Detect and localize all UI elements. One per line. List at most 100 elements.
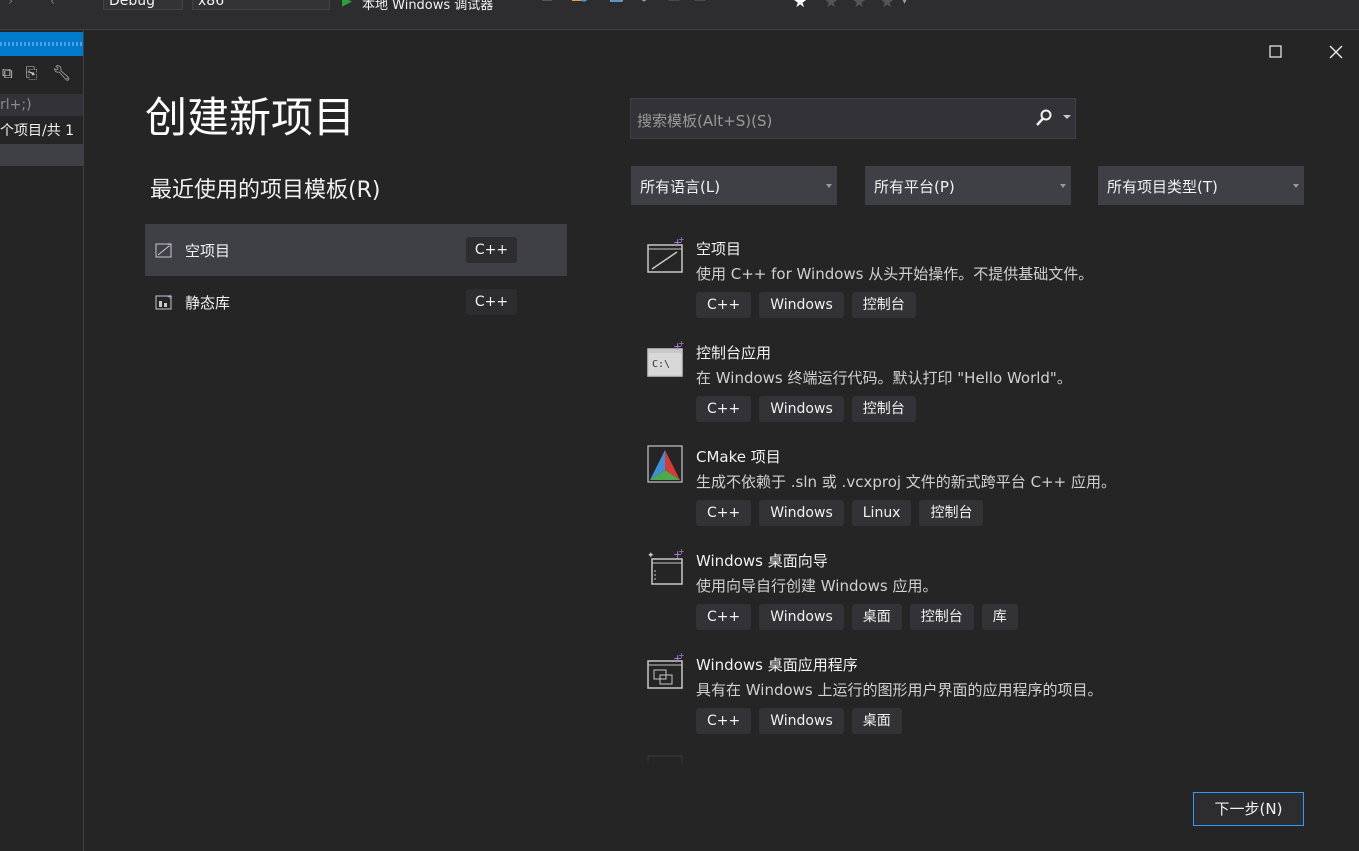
recent-item-static-library[interactable]: + 静态库 C++	[145, 276, 567, 328]
template-tags: C++ Windows 控制台	[696, 292, 916, 318]
template-name: CMake 项目	[696, 448, 781, 466]
tag: 控制台	[851, 396, 916, 422]
template-item-desktop-app[interactable]: + + Windows 桌面应用程序 具有在 Windows 上运行的图形用户界面…	[630, 642, 1330, 746]
template-description: 在 Windows 终端运行代码。默认打印 "Hello World"。	[696, 369, 1072, 387]
desktop-wizard-icon: ✦ + +	[646, 547, 686, 588]
template-tags: C++ Windows 桌面	[696, 708, 902, 734]
console-app-icon: C:\ + +	[646, 339, 686, 380]
template-name: 控制台应用	[696, 344, 772, 362]
panel-toolbar: ⧉ ⎘ 🔧︎	[2, 64, 71, 82]
template-item-empty-project[interactable]: + + 空项目 使用 C++ for Windows 从头开始操作。不提供基础文件…	[630, 226, 1330, 330]
template-tags: C++ Windows 控制台	[696, 396, 916, 422]
nav-forward-icon[interactable]: ›	[8, 0, 13, 9]
language-tag: C++	[466, 289, 517, 315]
bookmark-clear-icon[interactable]: ★	[880, 0, 894, 11]
template-description: 使用 C++ for Windows 从头开始操作。不提供基础文件。	[696, 265, 1094, 283]
tag: Linux	[851, 500, 912, 526]
panel-search-input[interactable]: rl+;)	[0, 94, 83, 116]
bookmark-next-icon[interactable]: ★	[852, 0, 866, 11]
run-debugger-button[interactable]: 本地 Windows 调试器	[362, 0, 493, 13]
static-library-icon: +	[155, 293, 173, 311]
recent-item-label: 空项目	[185, 242, 231, 260]
desktop-app-icon: + +	[646, 651, 686, 692]
panel-title-bar	[0, 32, 83, 56]
tag: Windows	[759, 500, 844, 526]
svg-text:C:\: C:\	[652, 359, 670, 370]
step-icon[interactable]	[636, 0, 650, 8]
outdent-icon[interactable]	[758, 0, 772, 8]
solution-node[interactable]: 个项目/共 1	[0, 120, 83, 142]
layout-icon[interactable]	[609, 0, 624, 8]
cmake-icon	[646, 444, 686, 484]
tag: C++	[696, 604, 752, 630]
collapse-all-icon[interactable]: ⧉	[2, 64, 13, 82]
template-item-desktop-wizard[interactable]: ✦ + + Windows 桌面向导 使用向导自行创建 Windows 应用。 C+…	[630, 538, 1330, 642]
platform-combo[interactable]: x86	[192, 0, 330, 10]
language-tag: C++	[466, 237, 517, 263]
page-title: 创建新项目	[145, 93, 356, 142]
template-list[interactable]: + + 空项目 使用 C++ for Windows 从头开始操作。不提供基础文件…	[630, 226, 1330, 766]
recent-templates-heading: 最近使用的项目模板(R)	[150, 178, 381, 203]
tag: 控制台	[919, 500, 984, 526]
svg-text:✦: ✦	[647, 551, 655, 561]
search-options-dropdown-icon[interactable]	[1063, 115, 1071, 119]
tag: 库	[981, 604, 1018, 630]
project-type-filter-dropdown[interactable]: 所有项目类型(T)	[1098, 166, 1304, 205]
search-placeholder: 搜索模板(Alt+S)(S)	[637, 112, 773, 130]
chevron-down-icon	[1293, 184, 1299, 188]
toolbar-overflow-icon[interactable]: ▾	[902, 0, 907, 7]
svg-text:+: +	[678, 548, 685, 556]
template-item-cmake[interactable]: CMake 项目 生成不依赖于 .sln 或 .vcxproj 文件的新式跨平台…	[630, 434, 1330, 538]
filter-label: 所有项目类型(T)	[1107, 178, 1218, 196]
template-item-console-app[interactable]: C:\ + + 控制台应用 在 Windows 终端运行代码。默认打印 "Hello…	[630, 330, 1330, 434]
sync-icon[interactable]: ⎘	[26, 64, 38, 82]
language-filter-dropdown[interactable]: 所有语言(L)	[631, 166, 837, 205]
close-button[interactable]	[1326, 42, 1346, 62]
template-name: Windows 桌面向导	[696, 552, 828, 570]
search-icon[interactable]	[1035, 109, 1053, 127]
platform-filter-dropdown[interactable]: 所有平台(P)	[865, 166, 1071, 205]
uncomment-icon[interactable]	[694, 0, 708, 8]
comment-icon[interactable]	[668, 0, 682, 8]
template-search-input[interactable]: 搜索模板(Alt+S)(S)	[630, 98, 1076, 139]
bookmark-icon[interactable]: ★	[793, 0, 807, 11]
indent-icon[interactable]	[732, 0, 746, 8]
create-project-dialog: 创建新项目 最近使用的项目模板(R) + 空项目 C++ + 静态库 C++ 搜…	[85, 30, 1359, 851]
tag: C++	[696, 396, 752, 422]
template-tags: C++ Windows Linux 控制台	[696, 500, 984, 526]
empty-project-icon: + +	[646, 235, 686, 276]
find-icon[interactable]	[572, 0, 588, 8]
tag: Windows	[759, 396, 844, 422]
properties-wrench-icon[interactable]: 🔧︎	[52, 64, 71, 82]
template-description: 使用向导自行创建 Windows 应用。	[696, 577, 938, 595]
bookmark-prev-icon[interactable]: ★	[824, 0, 838, 11]
svg-text:+: +	[678, 652, 685, 660]
top-toolbar: › ‹ Debug x86 ▶ 本地 Windows 调试器 ★ ★ ★ ★ ▾	[0, 0, 1359, 30]
run-icon[interactable]: ▶	[342, 0, 352, 9]
tag: 桌面	[851, 708, 902, 734]
svg-text:+: +	[678, 236, 685, 244]
hot-reload-icon[interactable]	[540, 0, 554, 8]
chevron-down-icon	[1060, 184, 1066, 188]
config-combo[interactable]: Debug	[103, 0, 183, 10]
empty-project-icon: +	[155, 241, 173, 259]
recent-item-label: 静态库	[185, 294, 231, 312]
template-name: 空项目	[696, 240, 742, 258]
tag: C++	[696, 500, 752, 526]
tag: C++	[696, 292, 752, 318]
solution-explorer-panel: ⧉ ⎘ 🔧︎ rl+;) 个项目/共 1	[0, 30, 84, 851]
maximize-button[interactable]	[1266, 42, 1286, 62]
template-tags: C++ Windows 桌面 控制台 库	[696, 604, 1018, 630]
recent-item-empty-project[interactable]: + 空项目 C++	[145, 224, 567, 276]
nav-back-icon[interactable]: ‹	[50, 0, 55, 9]
selected-node[interactable]	[0, 144, 83, 166]
tag: 控制台	[851, 292, 916, 318]
filter-label: 所有语言(L)	[640, 178, 721, 196]
next-button[interactable]: 下一步(N)	[1193, 792, 1304, 826]
svg-text:+: +	[678, 340, 685, 348]
list-fade	[630, 746, 1330, 766]
template-name: Windows 桌面应用程序	[696, 656, 858, 674]
tag: Windows	[759, 604, 844, 630]
tag: 桌面	[851, 604, 902, 630]
svg-text:+: +	[167, 293, 173, 301]
